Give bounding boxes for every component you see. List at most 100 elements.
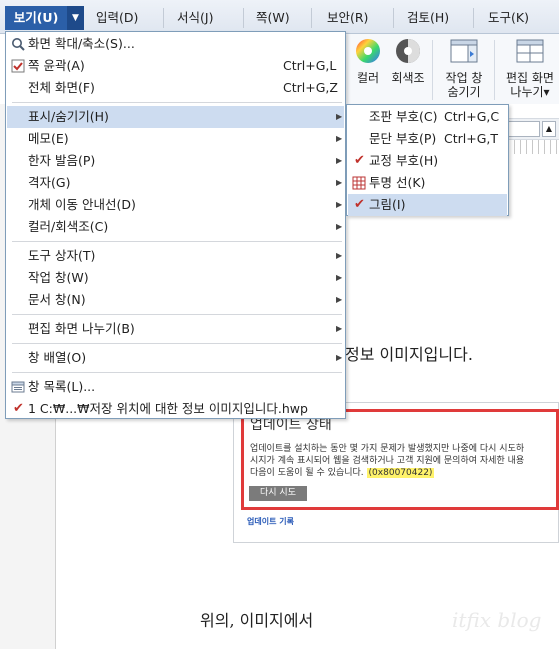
menu-insert[interactable]: 입력(D) [96,7,138,29]
error-code-highlight: (0x80070422) [366,468,435,478]
menu-item-label: 화면 확대/축소(S)... [28,36,135,51]
menu-view-dropdown-arrow[interactable]: ▼ [67,6,84,30]
menu-item-toolbox[interactable]: 도구 상자(T) ▶ [7,245,344,267]
magnifier-icon [12,38,25,51]
submenu-item-layout-marks[interactable]: 조판 부호(C) Ctrl+G,C [348,106,507,128]
font-size-spinner[interactable]: ▲ [542,121,556,137]
submenu-item-picture[interactable]: ✔ 그림(I) [348,194,507,216]
color-button[interactable]: 컬러 [350,38,386,85]
submenu-arrow-icon: ▶ [336,134,343,143]
menu-item-object-guide[interactable]: 개체 이동 안내선(D) ▶ [7,194,344,216]
menu-item-page-outline[interactable]: 쪽 윤곽(A) Ctrl+G,L [7,55,344,77]
menu-separator [393,8,394,28]
menu-item-recent-document[interactable]: ✔ 1 C:₩...₩저장 위치에 대한 정보 이미지입니다.hwp [7,398,344,420]
menu-format[interactable]: 서식(J) [177,7,213,29]
menu-item-label: 1 C:₩...₩저장 위치에 대한 정보 이미지입니다.hwp [28,401,308,416]
grayscale-icon [396,39,420,63]
menu-item-shortcut: Ctrl+G,Z [283,80,338,95]
document-text-line: 위의, 이미지에서 [200,611,314,630]
window-list-icon [11,381,25,393]
menu-separator [12,314,342,315]
menu-review[interactable]: 검토(H) [407,7,449,29]
menu-tools[interactable]: 도구(K) [488,7,529,29]
menu-item-split-view[interactable]: 편집 화면 나누기(B) ▶ [7,318,344,340]
menu-item-label: 그림(I) [369,197,406,212]
menu-item-label: 교정 부호(H) [369,153,439,168]
menu-item-memo[interactable]: 메모(E) ▶ [7,128,344,150]
grayscale-button[interactable]: 회색조 [388,38,428,85]
hide-task-pane-label-1: 작업 창 [445,71,483,85]
submenu-item-transparent-lines[interactable]: 투명 선(K) [348,172,507,194]
submenu-arrow-icon: ▶ [336,222,343,231]
watermark: itfix blog [452,608,542,632]
menu-item-label: 표시/숨기기(H) [28,109,109,124]
menu-item-shortcut: Ctrl+G,L [283,58,337,73]
submenu-arrow-icon: ▶ [336,295,343,304]
menu-item-hanja-pronunciation[interactable]: 한자 발음(P) ▶ [7,150,344,172]
color-button-label: 컬러 [356,71,380,85]
menu-item-label: 쪽 윤곽(A) [28,58,85,73]
color-wheel-icon [356,39,380,63]
menu-item-label: 메모(E) [28,131,69,146]
split-view-button[interactable]: 편집 화면 나누기▾ [501,38,559,99]
menu-item-label: 컬러/회색조(C) [28,219,109,234]
menu-item-label: 문서 창(N) [28,292,86,307]
checkbox-checked-icon [11,59,25,73]
menu-item-label: 격자(G) [28,175,71,190]
menu-item-zoom[interactable]: 화면 확대/축소(S)... [7,33,344,55]
toolbar-separator [494,40,495,100]
task-pane-icon [450,39,478,63]
menu-item-label: 창 목록(L)... [28,379,96,394]
menu-item-window-list[interactable]: 창 목록(L)... [7,376,344,398]
menu-item-label: 투명 선(K) [369,175,426,190]
show-hide-submenu: 조판 부호(C) Ctrl+G,C 문단 부호(P) Ctrl+G,T ✔ 교정… [346,104,509,216]
menu-separator [12,102,342,103]
menu-bar: 보기(U) ▼ 입력(D) 서식(J) 쪽(W) 보안(R) 검토(H) 도구(… [0,0,559,34]
menu-separator [311,8,312,28]
checkmark-icon: ✔ [354,153,365,168]
split-view-icon [516,39,544,63]
menu-security[interactable]: 보안(R) [327,7,368,29]
menu-separator [12,241,342,242]
embedded-image-text-part: 다음이 도움이 될 수 있습니다. [250,468,364,478]
menu-item-full-screen[interactable]: 전체 화면(F) Ctrl+G,Z [7,77,344,99]
menu-item-document-window[interactable]: 문서 창(N) ▶ [7,289,344,311]
table-grid-icon [352,176,366,190]
submenu-arrow-icon: ▶ [336,251,343,260]
menu-item-label: 조판 부호(C) [369,109,438,124]
submenu-arrow-icon: ▶ [336,200,343,209]
menu-item-label: 개체 이동 안내선(D) [28,197,136,212]
embedded-image-text: 다음이 도움이 될 수 있습니다. (0x80070422) [250,465,435,478]
update-history-link: 업데이트 기록 [247,517,294,526]
toolbar-separator [432,40,433,100]
menu-item-label: 창 배열(O) [28,350,87,365]
menu-separator [12,343,342,344]
menu-separator [12,372,342,373]
menu-item-grid[interactable]: 격자(G) ▶ [7,172,344,194]
menu-page[interactable]: 쪽(W) [256,7,290,29]
menu-item-color-grayscale[interactable]: 컬러/회색조(C) ▶ [7,216,344,238]
menu-item-label: 작업 창(W) [28,270,89,285]
submenu-arrow-icon: ▶ [336,324,343,333]
checkmark-icon: ✔ [354,197,365,212]
menu-item-window-arrange[interactable]: 창 배열(O) ▶ [7,347,344,369]
document-text-line: 정보 이미지입니다. [345,345,473,364]
grayscale-button-label: 회색조 [391,71,425,85]
menu-item-show-hide[interactable]: 표시/숨기기(H) ▶ [7,106,344,128]
menu-view[interactable]: 보기(U) [5,6,67,30]
hide-task-pane-button[interactable]: 작업 창 숨기기 [440,38,488,99]
submenu-item-proof-marks[interactable]: ✔ 교정 부호(H) [348,150,507,172]
menu-item-shortcut: Ctrl+G,C [444,109,500,124]
menu-item-label: 한자 발음(P) [28,153,96,168]
menu-separator [473,8,474,28]
menu-item-label: 편집 화면 나누기(B) [28,321,135,336]
submenu-arrow-icon: ▶ [336,112,343,121]
menu-item-task-pane[interactable]: 작업 창(W) ▶ [7,267,344,289]
split-view-label-2: 나누기▾ [510,85,550,99]
menu-item-label: 문단 부호(P) [369,131,437,146]
view-menu: 화면 확대/축소(S)... 쪽 윤곽(A) Ctrl+G,L 전체 화면(F)… [5,31,346,419]
menu-separator [243,8,244,28]
split-view-label-1: 편집 화면 [506,71,554,85]
submenu-arrow-icon: ▶ [336,273,343,282]
submenu-item-paragraph-marks[interactable]: 문단 부호(P) Ctrl+G,T [348,128,507,150]
